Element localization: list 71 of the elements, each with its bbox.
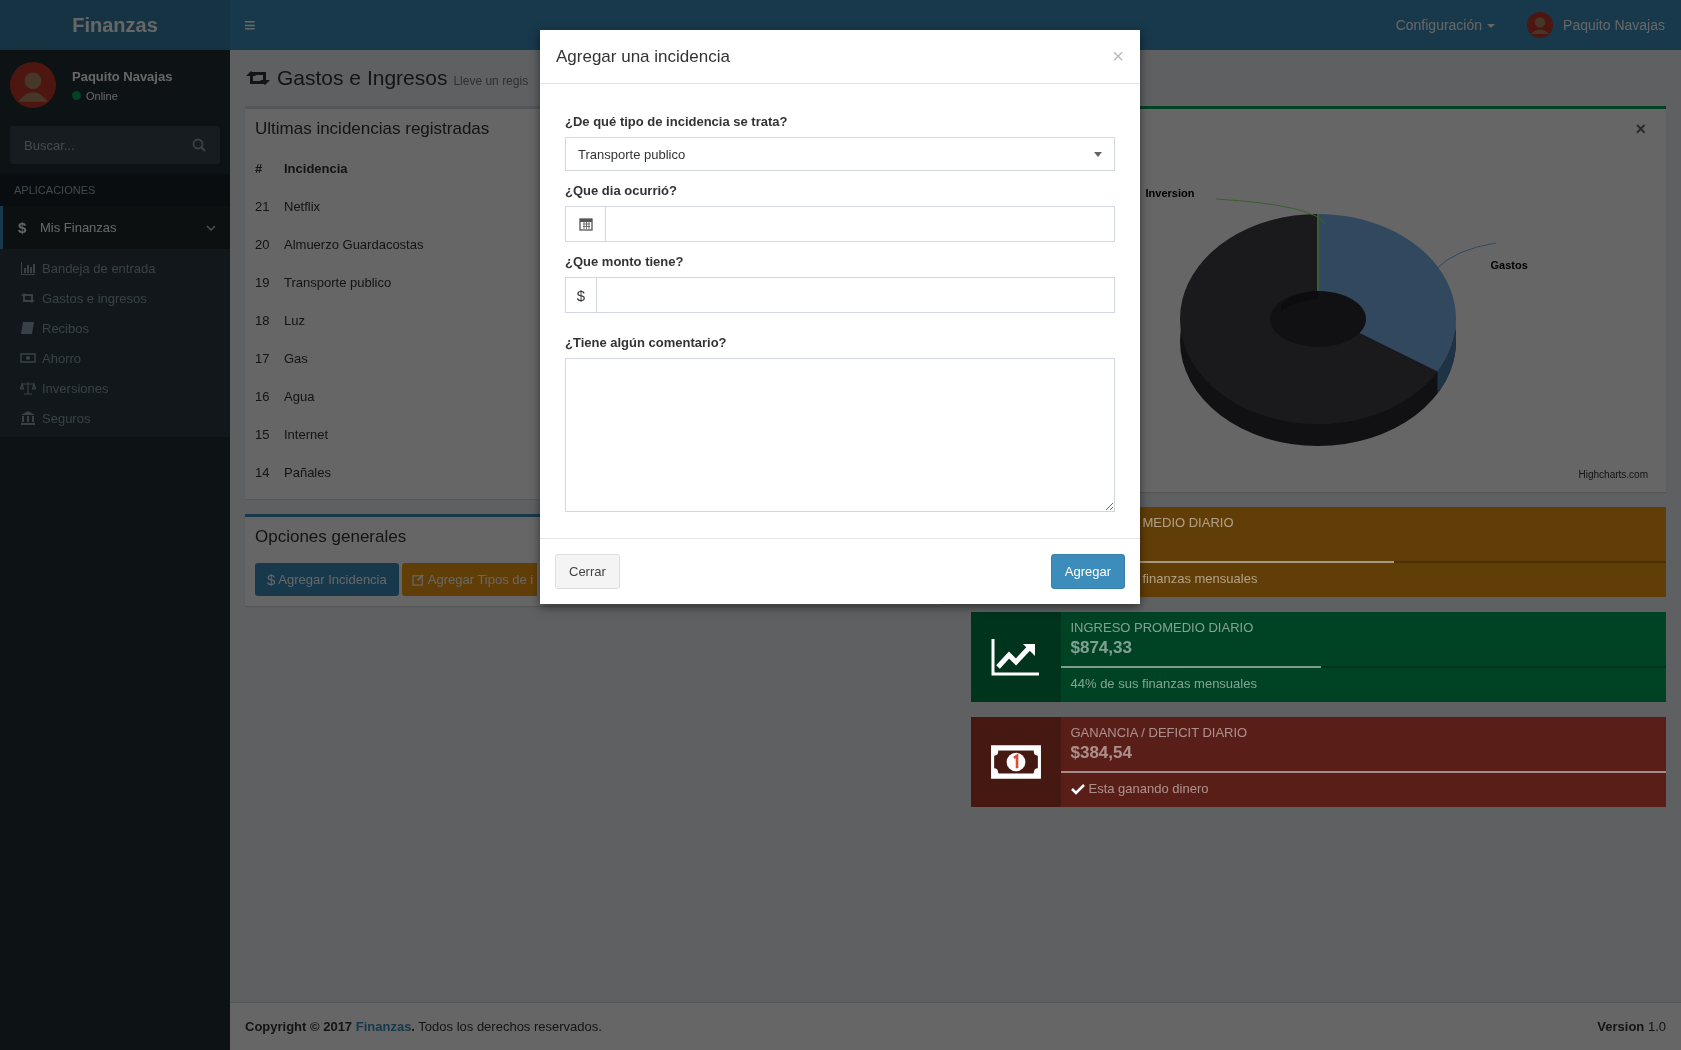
table-cell-text: 18 [255,311,271,330]
close-button[interactable]: Cerrar [555,554,620,589]
table-cell-text: Luz [284,311,306,330]
table-cell-text: 14 [255,463,271,482]
avatar-icon [10,62,56,108]
chevron-icon [206,224,216,231]
user-name: Paquito Navajas [72,68,173,84]
stat-label: GANANCIA / DEFICIT DIARIO [1069,725,1249,740]
cash-icon [20,350,36,366]
bank-icon [20,410,36,426]
table-cell-text: Gas [284,349,309,368]
field-label: ¿De qué tipo de incidencia se trata? [565,114,789,129]
column-header: # [255,149,284,187]
bar-chart-icon [20,260,36,276]
check-icon [1070,782,1085,795]
field-label: ¿Que dia ocurrió? [565,183,678,198]
table-cell-text: 21 [255,197,271,216]
add-type-button[interactable]: Agregar Tipos de i [401,563,538,596]
user-name[interactable]: Paquito Navajas [1563,17,1665,33]
settings-dropdown[interactable]: Configuración [1395,17,1496,33]
table-cell-text: Netflix [284,197,322,216]
avatar-icon[interactable] [1527,12,1554,38]
book-icon [20,320,36,336]
field-label: ¿Que monto tiene? [565,254,685,269]
chart-credit[interactable]: Highcharts.com [1578,469,1648,480]
table-cell: 17 [255,339,284,377]
comment-field[interactable] [565,358,1115,512]
copyright-text: Copyright © 2017 Finanzas. Todos los derechos reservados. [245,1019,602,1034]
stat-note: finanzas mensuales [1142,571,1258,586]
table-cell: 16 [255,377,284,415]
version-text: Version 1.0 [1597,1019,1666,1034]
table-cell-text: Pañales [284,463,332,482]
section-header: APLICACIONES [0,174,230,206]
stat-value: $874,33 [1069,638,1133,659]
stat-label: INGRESO PROMEDIO DIARIO [1069,620,1255,635]
app-logo[interactable]: Finanzas [0,0,230,50]
page-title: Gastos e Ingresos [277,66,448,90]
menu-icon[interactable]: ≡ [244,13,256,37]
balance-scale-icon [20,380,36,396]
search-icon[interactable] [192,138,206,152]
exchange-icon [245,68,271,88]
panel-title: Opciones generales [254,526,408,548]
caret-icon [1487,24,1496,29]
table-cell-text: Internet [284,425,330,444]
field-label: ¿Tiene algún comentario? [565,335,728,350]
table-cell: 20 [255,225,284,263]
stat-label: MEDIO DIARIO [1141,515,1235,530]
exchange-icon [20,290,36,306]
line-chart-icon [989,637,1042,677]
table-cell-text: Almuerzo Guardacostas [284,235,424,254]
chart-label: Inversion [1145,187,1195,199]
banknote-icon [989,742,1042,782]
close-button[interactable]: × [1112,45,1124,68]
table-cell-text: 15 [255,425,271,444]
stat-note: 44% de sus finanzas mensuales [1070,676,1257,691]
type-select[interactable]: Transporte publico [565,137,1115,171]
stat-value: $384,54 [1069,743,1133,764]
chart-label: Gastos [1490,259,1528,271]
column-header: Incidencia [284,159,349,178]
table-cell-text: Agua [284,387,316,406]
user-status: Online [86,89,118,102]
table-cell: 19 [255,263,284,301]
table-cell-text: Transporte publico [284,273,393,292]
status-dot-icon [72,91,81,100]
modal-title: Agregar una incidencia [556,46,730,67]
add-incident-button[interactable]: $ Agregar Incidencia [255,563,399,596]
add-button[interactable]: Agregar [1050,554,1125,589]
close-icon[interactable]: × [1635,119,1646,140]
stat-note: Esta ganando dinero [1088,781,1209,796]
panel-title: Ultimas incidencias registradas [254,118,491,140]
edit-icon [411,573,425,586]
